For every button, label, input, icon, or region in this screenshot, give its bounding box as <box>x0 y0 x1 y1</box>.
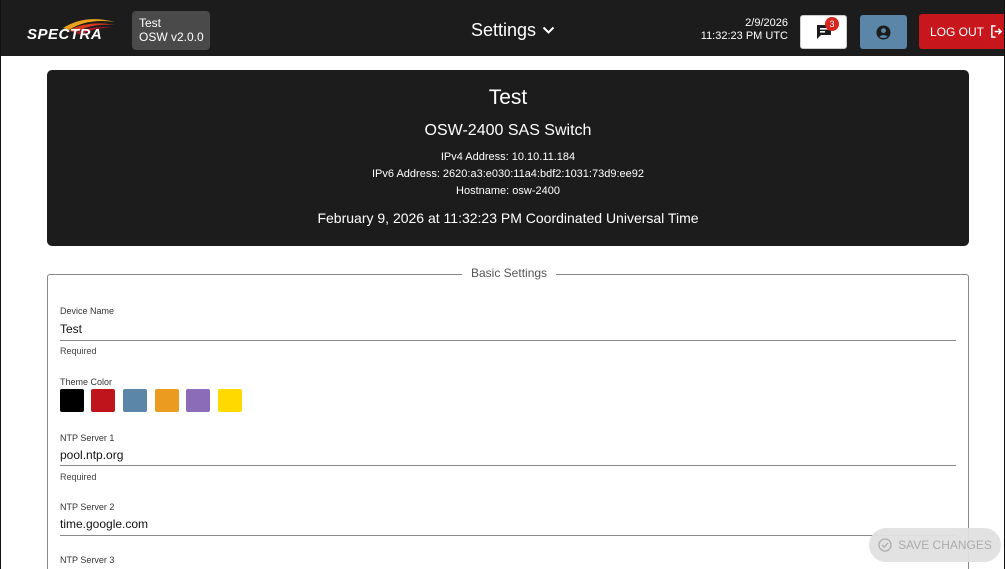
basic-settings-section <box>47 274 969 569</box>
app-frame: SPECTRA Test OSW v2.0.0 Settings 2/9/202… <box>0 0 1005 569</box>
ipv4-address: IPv4 Address: 10.10.11.184 <box>440 151 576 163</box>
device-info-card: Test OSW-2400 SAS Switch IPv4 Address: 1… <box>47 70 969 246</box>
save-changes-button[interactable]: SAVE CHANGES <box>869 528 1001 562</box>
system-clock: 2/9/2026 11:32:23 PM UTC <box>701 17 788 43</box>
messages-button[interactable]: 3 <box>800 15 847 49</box>
theme-color-label: Theme Color <box>60 377 113 387</box>
device-name-label: Device Name <box>60 306 115 316</box>
clock-date: 2/9/2026 <box>745 17 788 29</box>
device-name-helper: Required <box>60 346 97 356</box>
device-name-underline <box>60 340 956 341</box>
hostname: Hostname: osw-2400 <box>456 185 560 197</box>
user-account-button[interactable] <box>860 15 907 49</box>
ntp-server-2-input[interactable]: time.google.com <box>60 517 148 531</box>
check-circle-icon <box>878 538 892 552</box>
theme-swatch-red[interactable] <box>91 389 115 412</box>
spectra-logo[interactable]: SPECTRA <box>25 14 117 44</box>
device-datetime: February 9, 2026 at 11:32:23 PM Coordina… <box>317 210 699 226</box>
device-name-input[interactable]: Test <box>60 322 82 336</box>
save-changes-label: SAVE CHANGES <box>898 538 992 552</box>
user-icon <box>876 24 891 40</box>
clock-time: 11:32:23 PM UTC <box>700 30 788 42</box>
theme-swatch-purple[interactable] <box>186 389 210 412</box>
basic-settings-legend: Basic Settings <box>462 266 557 280</box>
logout-label: LOG OUT <box>930 24 985 39</box>
ntp-server-1-underline <box>60 465 956 466</box>
ntp-server-3-label: NTP Server 3 <box>60 555 115 565</box>
theme-swatch-black[interactable] <box>60 389 84 412</box>
ntp-server-1-label: NTP Server 1 <box>60 433 115 443</box>
logout-icon <box>991 25 1003 38</box>
device-chip-version: OSW v2.0.0 <box>139 30 204 44</box>
ntp-server-1-helper: Required <box>60 472 97 482</box>
settings-menu[interactable]: Settings <box>471 20 555 41</box>
ntp-server-2-underline <box>60 535 956 536</box>
device-chip-name: Test <box>139 16 162 30</box>
theme-swatch-blue[interactable] <box>123 389 147 412</box>
device-title: Test <box>488 86 528 109</box>
device-model: OSW-2400 SAS Switch <box>424 122 592 139</box>
top-bar: SPECTRA Test OSW v2.0.0 Settings 2/9/202… <box>1 0 1004 56</box>
messages-count-badge: 3 <box>825 17 839 31</box>
brand-name: SPECTRA <box>27 26 103 43</box>
ntp-server-1-input[interactable]: pool.ntp.org <box>60 448 123 462</box>
theme-swatch-yellow[interactable] <box>218 389 242 412</box>
ntp-server-2-label: NTP Server 2 <box>60 502 115 512</box>
chevron-down-icon <box>542 26 555 34</box>
logout-button[interactable]: LOG OUT <box>919 14 1004 49</box>
device-chip[interactable]: Test OSW v2.0.0 <box>132 11 210 50</box>
page-menu-label: Settings <box>471 20 537 40</box>
ipv6-address: IPv6 Address: 2620:a3:e030:11a4:bdf2:103… <box>372 168 644 180</box>
theme-swatch-orange[interactable] <box>155 389 179 412</box>
